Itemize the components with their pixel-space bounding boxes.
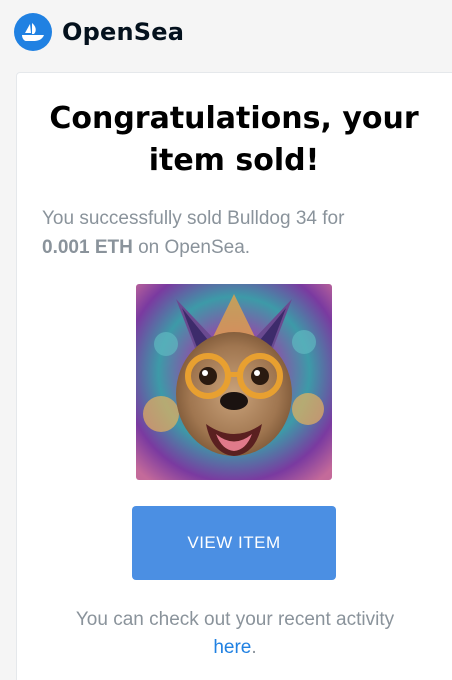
view-item-button[interactable]: VIEW ITEM bbox=[132, 506, 336, 580]
nft-image[interactable] bbox=[136, 284, 332, 480]
footer-text: You can check out your recent activity bbox=[75, 609, 395, 630]
message-prefix: You successfully sold Bulldog 34 for bbox=[42, 208, 345, 229]
sale-price: 0.001 ETH bbox=[42, 237, 133, 258]
headline-line-2: item sold! bbox=[148, 143, 320, 178]
sale-message: You successfully sold Bulldog 34 for 0.0… bbox=[42, 204, 422, 262]
message-suffix: on OpenSea. bbox=[132, 237, 251, 258]
footer-period: . bbox=[251, 637, 257, 658]
footer-note: You can check out your recent activity h… bbox=[30, 606, 440, 662]
brand-name[interactable]: OpenSea bbox=[62, 18, 184, 46]
opensea-logo-icon[interactable] bbox=[14, 13, 52, 51]
headline-line-1: Congratulations, your bbox=[49, 101, 419, 136]
header: OpenSea bbox=[0, 0, 452, 64]
headline: Congratulations, your item sold! bbox=[0, 98, 452, 182]
here-link[interactable]: here bbox=[213, 637, 251, 658]
